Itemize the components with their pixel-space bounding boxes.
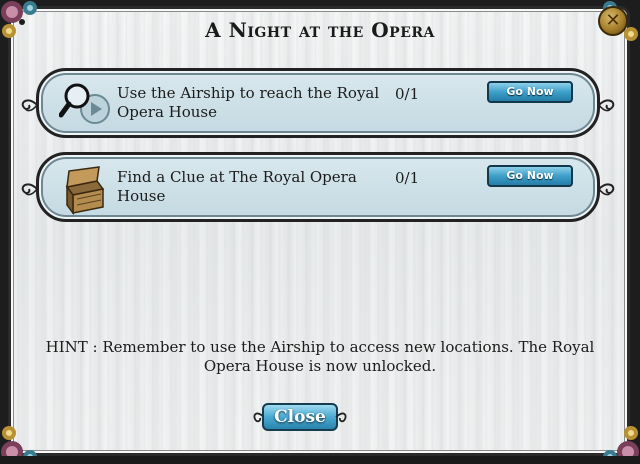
close-button[interactable]: Close: [262, 403, 338, 431]
bottom-strip: [0, 456, 640, 464]
dialog-title: A Night at the Opera: [205, 18, 435, 42]
scroll-curl-icon: [598, 183, 615, 196]
scroll-curl-icon: [21, 99, 38, 112]
magnifier-icon: [59, 83, 110, 124]
close-button-wrap: Close: [252, 400, 348, 434]
treasure-chest-icon: [65, 166, 105, 215]
scroll-curl-icon: [335, 412, 347, 423]
quest-description: Find a Clue at The Royal Opera House: [117, 168, 357, 205]
quest-row: Find a Clue at The Royal Opera House 0/1…: [21, 152, 615, 222]
close-icon: ✕: [605, 10, 621, 31]
hint-text: HINT : Remember to use the Airship to ac…: [45, 338, 595, 375]
scroll-curl-icon: [21, 183, 38, 196]
dialog-frame: A Night at the Opera ✕ Use the Airship t…: [0, 0, 640, 464]
close-x-button[interactable]: ✕: [598, 6, 628, 36]
quest-row: Use the Airship to reach the Royal Opera…: [21, 68, 615, 138]
quest-progress: 0/1: [395, 85, 420, 103]
quest-description: Use the Airship to reach the Royal Opera…: [117, 84, 380, 121]
quest-progress: 0/1: [395, 169, 420, 187]
scroll-curl-icon: [598, 99, 615, 112]
go-now-button[interactable]: Go Now: [487, 165, 573, 187]
go-now-button[interactable]: Go Now: [487, 81, 573, 103]
